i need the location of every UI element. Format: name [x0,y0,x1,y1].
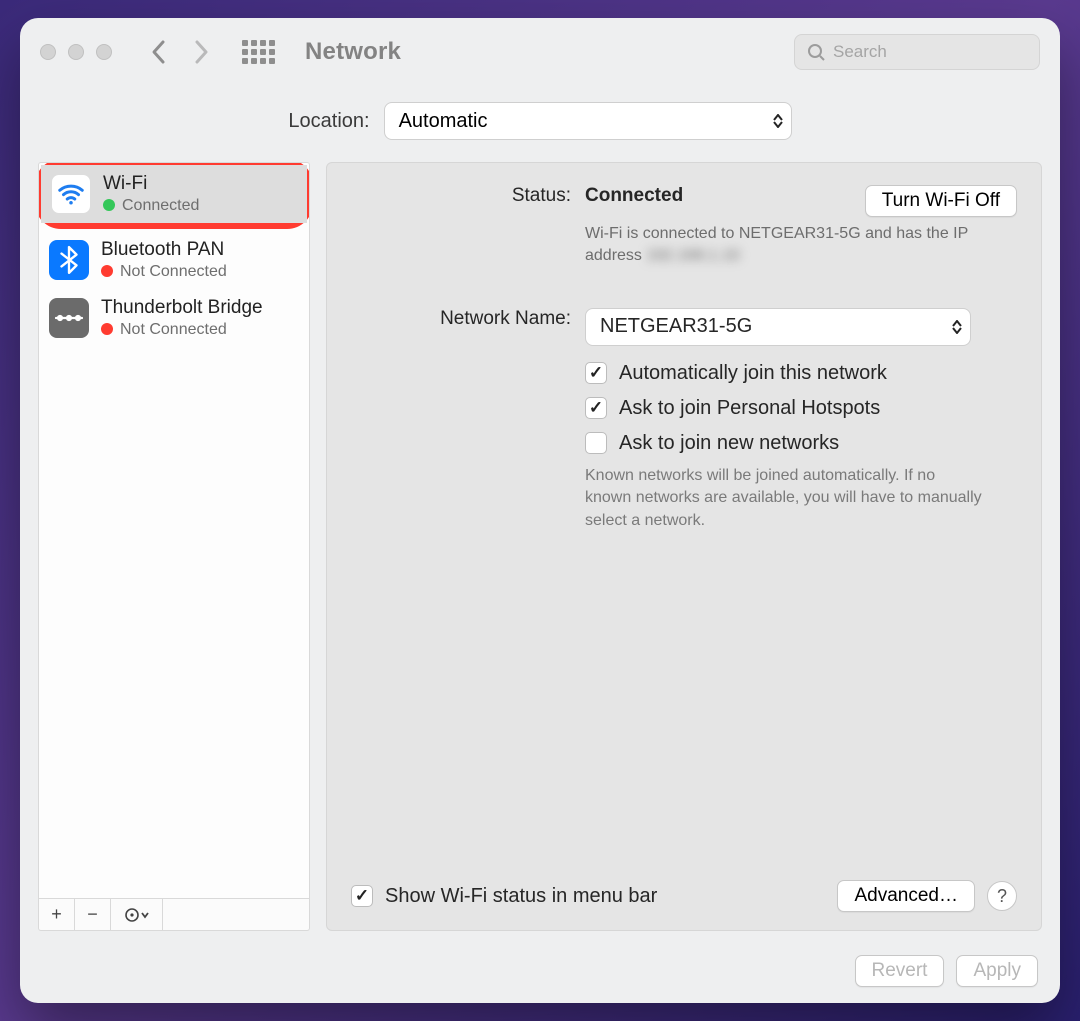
checkbox-icon [351,885,373,907]
ask-hotspot-checkbox[interactable]: Ask to join Personal Hotspots [585,397,1017,420]
ask-new-networks-hint: Known networks will be joined automatica… [585,465,985,532]
network-name-select[interactable]: NETGEAR31-5G [585,308,971,346]
revert-button[interactable]: Revert [855,955,945,987]
show-all-icon[interactable] [242,40,275,64]
search-placeholder: Search [833,42,887,62]
wifi-icon [51,174,91,214]
network-name-label: Network Name: [351,308,571,346]
network-name-value: NETGEAR31-5G [600,315,752,338]
nav-buttons [150,39,210,65]
page-title: Network [305,38,401,66]
ask-new-networks-checkbox[interactable]: Ask to join new networks [585,432,1017,455]
show-menubar-checkbox[interactable]: Show Wi-Fi status in menu bar [351,885,657,908]
back-button-icon[interactable] [150,39,168,65]
checkbox-icon [585,432,607,454]
status-label: Status: [351,185,571,268]
service-thunderbolt-bridge[interactable]: Thunderbolt Bridge Not Connected [39,289,309,347]
location-row: Location: Automatic [20,102,1060,140]
status-dot-icon [101,265,113,277]
ip-address-redacted: 192.168.1.10 [646,245,739,267]
services-sidebar: Wi-Fi Connected Bluetooth PAN Not Connec… [38,162,310,931]
sidebar-toolbar-spacer [163,899,309,930]
more-icon [123,906,151,924]
details-panel: Status: Connected Turn Wi-Fi Off Wi-Fi i… [326,162,1042,931]
status-row: Status: Connected Turn Wi-Fi Off Wi-Fi i… [351,185,1017,268]
status-description: Wi-Fi is connected to NETGEAR31-5G and h… [585,223,975,268]
checkbox-icon [585,362,607,384]
window-controls [40,44,112,60]
help-button[interactable]: ? [987,881,1017,911]
status-value: Connected [585,185,683,206]
wifi-toggle-button[interactable]: Turn Wi-Fi Off [865,185,1017,217]
checkbox-group: Automatically join this network Ask to j… [585,362,1017,455]
network-preferences-window: Network Search Location: Automatic [20,18,1060,1003]
location-value: Automatic [399,110,488,133]
zoom-window-button[interactable] [96,44,112,60]
chevron-up-down-icon [952,320,962,334]
forward-button-icon[interactable] [192,39,210,65]
sidebar-toolbar: + − [38,899,310,931]
minimize-window-button[interactable] [68,44,84,60]
service-name: Bluetooth PAN [101,239,227,262]
titlebar: Network Search [20,18,1060,86]
advanced-button[interactable]: Advanced… [837,880,975,912]
content: Wi-Fi Connected Bluetooth PAN Not Connec… [20,162,1060,947]
search-field[interactable]: Search [794,34,1040,70]
services-list: Wi-Fi Connected Bluetooth PAN Not Connec… [38,162,310,899]
service-name: Wi-Fi [103,173,199,196]
chevron-up-down-icon [773,114,783,128]
bluetooth-icon [49,240,89,280]
location-select[interactable]: Automatic [384,102,792,140]
service-name: Thunderbolt Bridge [101,297,263,320]
add-service-button[interactable]: + [39,899,75,930]
close-window-button[interactable] [40,44,56,60]
location-label: Location: [288,110,369,133]
service-actions-menu[interactable] [111,899,163,930]
network-name-row: Network Name: NETGEAR31-5G [351,308,1017,346]
remove-service-button[interactable]: − [75,899,111,930]
checkbox-icon [585,397,607,419]
status-dot-icon [103,199,115,211]
tutorial-highlight: Wi-Fi Connected [38,162,310,229]
footer: Revert Apply [20,947,1060,1003]
status-dot-icon [101,323,113,335]
thunderbolt-icon [49,298,89,338]
apply-button[interactable]: Apply [956,955,1038,987]
service-bluetooth-pan[interactable]: Bluetooth PAN Not Connected [39,231,309,289]
auto-join-checkbox[interactable]: Automatically join this network [585,362,1017,385]
service-wifi[interactable]: Wi-Fi Connected [41,165,307,223]
search-icon [807,43,825,61]
